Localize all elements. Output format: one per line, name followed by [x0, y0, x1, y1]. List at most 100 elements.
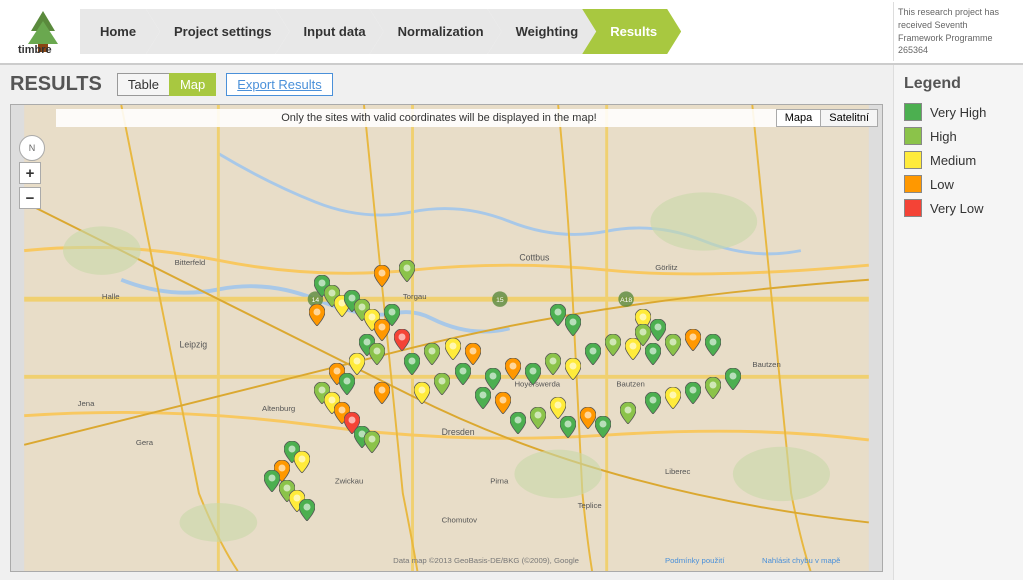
map-pin[interactable]	[414, 382, 430, 407]
legend-item-low: Low	[904, 175, 1013, 193]
legend-item-high: High	[904, 127, 1013, 145]
nav-item-normalization[interactable]: Normalization	[370, 9, 502, 54]
map-pin[interactable]	[384, 304, 400, 329]
svg-text:Bautzen: Bautzen	[752, 360, 780, 369]
map-pin[interactable]	[299, 499, 315, 524]
map-pin[interactable]	[445, 338, 461, 363]
map-pin[interactable]	[595, 416, 611, 441]
legend-label-medium: Medium	[930, 153, 976, 168]
legend-color-very-low	[904, 199, 922, 217]
svg-text:Bautzen: Bautzen	[616, 380, 644, 389]
map-pin[interactable]	[530, 407, 546, 432]
svg-text:Gera: Gera	[136, 438, 154, 447]
map-pin[interactable]	[585, 343, 601, 368]
map-pin[interactable]	[510, 412, 526, 437]
legend-item-medium: Medium	[904, 151, 1013, 169]
map-pin[interactable]	[434, 373, 450, 398]
map-type-mapa[interactable]: Mapa	[776, 109, 822, 127]
results-header: RESULTS Table Map Export Results	[10, 73, 883, 96]
zoom-in-button[interactable]: +	[19, 162, 41, 184]
svg-text:Pirna: Pirna	[490, 477, 509, 486]
results-title: RESULTS	[10, 73, 102, 96]
svg-text:Halle: Halle	[102, 292, 120, 301]
legend-item-very-high: Very High	[904, 103, 1013, 121]
legend-label-very-high: Very High	[930, 105, 986, 120]
map-pin[interactable]	[424, 343, 440, 368]
nav-item-home[interactable]: Home	[80, 9, 160, 54]
map-pin[interactable]	[635, 324, 651, 349]
map-pin[interactable]	[374, 265, 390, 290]
map-pin[interactable]	[505, 358, 521, 383]
svg-text:Bitterfeld: Bitterfeld	[175, 258, 206, 267]
svg-text:Zwickau: Zwickau	[335, 477, 363, 486]
map-zoom-controls: N + −	[19, 135, 45, 209]
nav-item-results[interactable]: Results	[582, 9, 681, 54]
map-pin[interactable]	[369, 343, 385, 368]
legend-label-low: Low	[930, 177, 954, 192]
map-pin[interactable]	[294, 451, 310, 476]
map-pin[interactable]	[565, 358, 581, 383]
tab-table[interactable]: Table	[117, 73, 170, 96]
map-pin[interactable]	[550, 304, 566, 329]
info-box: This research project has received Seven…	[893, 2, 1013, 60]
map-pin[interactable]	[725, 368, 741, 393]
legend-title: Legend	[904, 75, 1013, 93]
export-results-button[interactable]: Export Results	[226, 73, 333, 96]
map-pin[interactable]	[685, 382, 701, 407]
legend-color-medium	[904, 151, 922, 169]
svg-text:Cottbus: Cottbus	[519, 252, 550, 262]
legend-label-high: High	[930, 129, 957, 144]
map-pin[interactable]	[685, 329, 701, 354]
map-pin[interactable]	[339, 373, 355, 398]
legend-color-low	[904, 175, 922, 193]
map-pin[interactable]	[605, 334, 621, 359]
map-pin[interactable]	[394, 329, 410, 354]
map-pin[interactable]	[620, 402, 636, 427]
svg-text:Liberec: Liberec	[665, 467, 691, 476]
map-pin[interactable]	[309, 304, 325, 329]
navigation: Home Project settings Input data Normali…	[80, 0, 893, 64]
svg-text:Torgau: Torgau	[403, 292, 427, 301]
map-pin[interactable]	[565, 314, 581, 339]
map-pin[interactable]	[645, 392, 661, 417]
tab-map[interactable]: Map	[169, 73, 216, 96]
map-pin[interactable]	[525, 363, 541, 388]
main-content: RESULTS Table Map Export Results Only th…	[0, 65, 1023, 580]
svg-text:15: 15	[496, 297, 504, 304]
map-container: Only the sites with valid coordinates wi…	[10, 104, 883, 572]
svg-text:timbre: timbre	[18, 44, 52, 54]
legend-panel: Legend Very High High Medium Low Very Lo…	[893, 65, 1023, 580]
map-pin[interactable]	[650, 319, 666, 344]
svg-text:A18: A18	[620, 297, 632, 304]
zoom-out-button[interactable]: −	[19, 187, 41, 209]
map-pin[interactable]	[374, 382, 390, 407]
legend-color-very-high	[904, 103, 922, 121]
svg-text:Görlitz: Görlitz	[655, 263, 678, 272]
map-pin[interactable]	[495, 392, 511, 417]
map-pin[interactable]	[545, 353, 561, 378]
map-pin[interactable]	[665, 334, 681, 359]
svg-text:Teplice: Teplice	[578, 501, 602, 510]
map-pin[interactable]	[455, 363, 471, 388]
map-pin[interactable]	[705, 377, 721, 402]
nav-item-weighting[interactable]: Weighting	[488, 9, 597, 54]
svg-text:Dresden: Dresden	[442, 427, 475, 437]
map-pin[interactable]	[560, 416, 576, 441]
map-pin[interactable]	[665, 387, 681, 412]
svg-text:Chomutov: Chomutov	[442, 515, 477, 524]
header: timbre Home Project settings Input data …	[0, 0, 1023, 65]
map-pin[interactable]	[705, 334, 721, 359]
compass-icon[interactable]: N	[19, 135, 45, 161]
map-type-satelitni[interactable]: Satelitní	[821, 109, 878, 127]
map-pin[interactable]	[364, 431, 380, 456]
map-pin[interactable]	[399, 260, 415, 285]
map-pin[interactable]	[475, 387, 491, 412]
map-notice: Only the sites with valid coordinates wi…	[56, 109, 822, 127]
map-pin[interactable]	[404, 353, 420, 378]
nav-item-project-settings[interactable]: Project settings	[146, 9, 290, 54]
left-panel: RESULTS Table Map Export Results Only th…	[0, 65, 893, 580]
map-pin[interactable]	[580, 407, 596, 432]
svg-text:Jena: Jena	[78, 399, 95, 408]
nav-item-input-data[interactable]: Input data	[276, 9, 384, 54]
map-pin[interactable]	[264, 470, 280, 495]
